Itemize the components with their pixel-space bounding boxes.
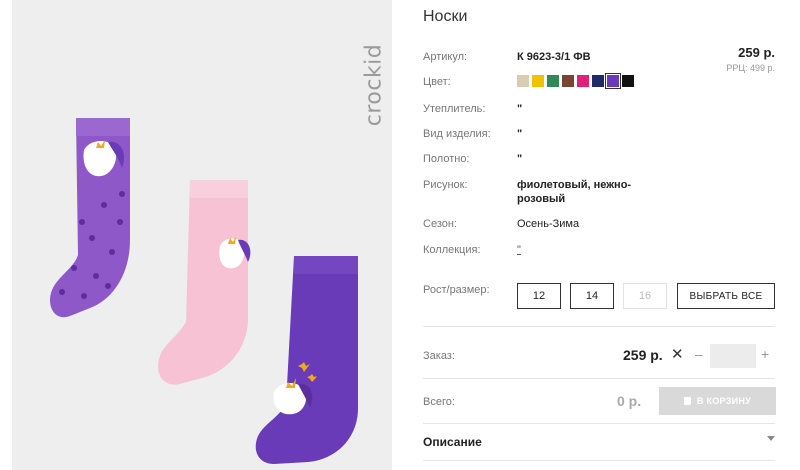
quantity-increase-button[interactable]: + [761,346,769,362]
recommended-retail-price: РРЦ: 499 р. [726,63,775,73]
color-swatch-beige[interactable] [517,75,529,87]
spec-value: " [517,128,523,140]
product-panel: Носки 259 р. РРЦ: 499 р. Артикул: К 9623… [423,0,776,470]
spec-value-line2: розовый [517,193,566,205]
color-swatch-magenta[interactable] [577,75,589,87]
collection-link[interactable]: " [517,244,521,256]
size-button-12[interactable]: 12 [517,283,561,309]
spec-label: Полотно: [423,153,470,165]
quantity-input[interactable] [710,344,756,368]
spec-value-line1: фиолетовый, нежно- [517,179,632,191]
spec-label: Коллекция: [423,244,481,256]
chevron-down-icon[interactable] [767,436,775,441]
add-to-cart-label: В КОРЗИНУ [696,396,752,406]
cart-icon [683,397,691,405]
spec-label: Рост/размер: [423,284,490,296]
divider [423,378,775,379]
spec-label: Цвет: [423,76,451,88]
times-icon: ✕ [671,346,684,363]
color-swatch-yellow[interactable] [532,75,544,87]
spec-value: К 9623-3/1 ФВ [517,51,591,63]
spec-value: " [517,153,523,165]
socks-image [50,118,358,464]
spec-label: Утеплитель: [423,103,486,115]
add-to-cart-button[interactable]: В КОРЗИНУ [659,387,776,415]
spec-label: Артикул: [423,51,468,63]
color-swatch-brown[interactable] [562,75,574,87]
spec-label: Вид изделия: [423,128,491,140]
product-price: 259 р. [738,45,775,60]
select-all-sizes-button[interactable]: ВЫБРАТЬ ВСЕ [677,283,775,309]
spec-value: Осень-Зима [517,218,580,230]
product-title: Носки [423,8,468,25]
color-swatch-navy[interactable] [592,75,604,87]
order-price: 259 р. [623,347,663,363]
description-toggle[interactable]: Описание [423,435,482,449]
total-label: Всего: [423,396,455,408]
color-swatch-black[interactable] [622,75,634,87]
size-button-16: 16 [623,283,667,309]
divider [423,423,775,424]
order-label: Заказ: [423,350,455,362]
divider [423,460,775,461]
spec-label: Сезон: [423,218,457,230]
color-swatch-violet[interactable] [605,73,621,89]
divider [423,326,775,327]
spec-value: " [517,103,523,115]
color-swatches [517,73,634,89]
product-photo: crockid [12,0,392,470]
color-swatch-green[interactable] [547,75,559,87]
size-button-14[interactable]: 14 [570,283,614,309]
total-price: 0 р. [617,393,642,409]
spec-label: Рисунок: [423,179,468,191]
quantity-decrease-button[interactable]: – [695,346,703,362]
